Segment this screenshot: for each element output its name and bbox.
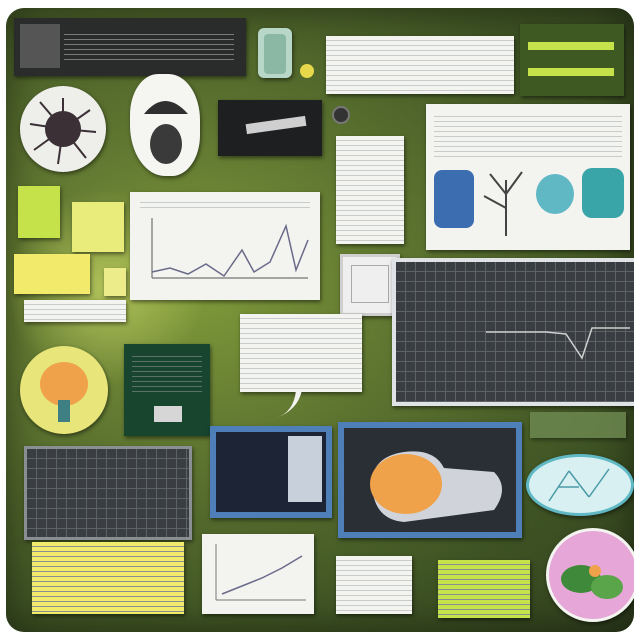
line-chart-card xyxy=(130,192,320,300)
jar-icon xyxy=(264,34,286,74)
faded-strip-right xyxy=(530,412,626,438)
specimen-panel xyxy=(338,422,522,538)
table-document xyxy=(336,136,404,244)
small-dark-dot xyxy=(332,106,350,124)
yellow-dot xyxy=(300,64,314,78)
orange-specimen-icon xyxy=(40,362,88,422)
caption-strip xyxy=(24,300,126,322)
teal-tree-oval xyxy=(526,454,634,516)
branch-pattern-icon xyxy=(548,468,610,502)
plant-photo-icon xyxy=(561,565,623,599)
lime-note-bottom-right xyxy=(438,560,530,618)
yellow-note-bottom xyxy=(32,542,184,614)
green-info-card xyxy=(124,344,210,436)
data-table-dark xyxy=(24,446,192,540)
yellow-note-wide xyxy=(14,254,90,294)
lime-note-top-right xyxy=(520,24,624,96)
mushroom-sticker xyxy=(130,74,200,176)
text-document-center xyxy=(240,314,362,392)
speech-arrow-icon xyxy=(276,390,302,418)
framed-photo xyxy=(340,254,400,316)
orange-creature-circle xyxy=(20,346,108,434)
orange-blob-icon xyxy=(370,451,502,522)
mushroom-icon xyxy=(144,101,188,164)
blue-framed-screenshot xyxy=(210,426,332,518)
microbe-illustration xyxy=(20,86,106,172)
dark-chart-panel xyxy=(392,258,634,406)
small-chart-graphic xyxy=(215,544,306,601)
microbe-icon xyxy=(29,98,97,165)
jar-photo xyxy=(258,28,292,78)
yellow-note-small xyxy=(104,268,126,296)
sketch-strip-top-left xyxy=(14,18,246,76)
lime-note-left xyxy=(18,186,60,238)
yellow-note-left xyxy=(72,202,124,252)
plant-photo-circle xyxy=(546,528,634,622)
dark-chart-line xyxy=(486,327,630,360)
teal-poster xyxy=(426,104,630,250)
bottom-document xyxy=(336,556,412,614)
document-top-center xyxy=(326,36,514,94)
instrument-photo xyxy=(218,100,322,156)
small-chart-paper xyxy=(202,534,314,614)
collage-board xyxy=(6,8,634,632)
